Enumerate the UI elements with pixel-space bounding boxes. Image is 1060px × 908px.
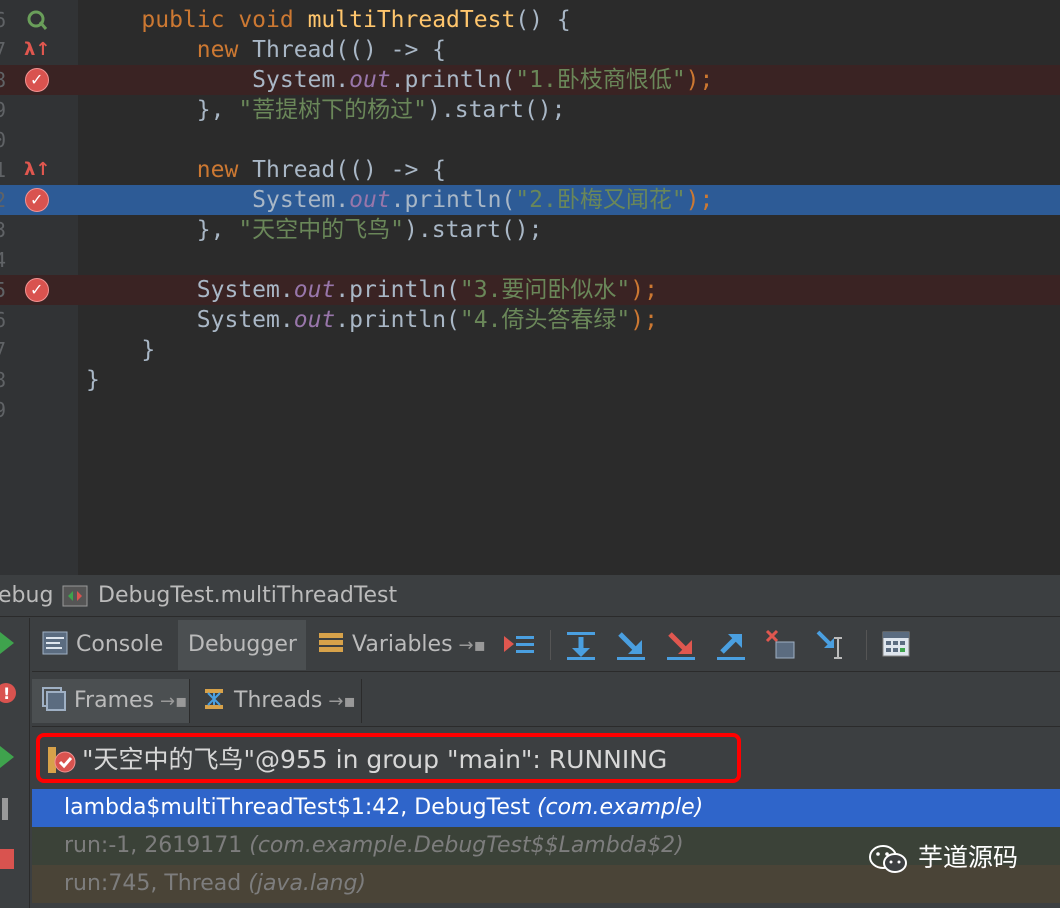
line-number: 6 bbox=[0, 308, 7, 332]
breakpoint-icon[interactable] bbox=[25, 188, 49, 212]
debug-title-bar: ebug DebugTest.multiThreadTest bbox=[0, 575, 1060, 617]
pause-icon[interactable] bbox=[0, 796, 16, 822]
pin-icon[interactable]: →▪ bbox=[328, 691, 355, 712]
thread-selector-label: "天空中的飞鸟"@955 in group "main": RUNNING bbox=[82, 745, 668, 774]
code-line[interactable]: 6 System.out.println("4.倚头答春绿"); bbox=[0, 305, 1060, 335]
watermark-text: 芋道源码 bbox=[918, 843, 1019, 872]
code-line[interactable]: 9 bbox=[0, 395, 1060, 425]
line-number: 9 bbox=[0, 398, 7, 422]
tab-variables[interactable]: Variables →▪ bbox=[308, 620, 492, 670]
method-run-icon[interactable] bbox=[26, 9, 48, 31]
breakpoint-icon[interactable] bbox=[25, 68, 49, 92]
console-icon bbox=[42, 631, 68, 655]
evaluate-expression-icon[interactable] bbox=[880, 628, 914, 662]
code-text: System.out.println("4.倚头答春绿"); bbox=[196, 307, 658, 333]
run-config-tab[interactable]: DebugTest.multiThreadTest bbox=[98, 583, 397, 609]
wechat-icon bbox=[869, 845, 907, 873]
code-text: public void multiThreadTest() { bbox=[141, 7, 571, 33]
force-step-into-icon[interactable] bbox=[664, 628, 698, 662]
debug-config-icon bbox=[62, 585, 88, 607]
frame-item-selected[interactable]: lambda$multiThreadTest$1:42, DebugTest (… bbox=[32, 789, 1060, 827]
code-text: new Thread(() -> { bbox=[196, 157, 447, 183]
line-number: 8 bbox=[0, 68, 7, 92]
code-line-breakpoint[interactable]: 8 System.out.println("1.卧枝商恨低"); bbox=[0, 65, 1060, 95]
code-text: } bbox=[141, 337, 156, 363]
line-number: 0 bbox=[0, 128, 7, 152]
thread-selector[interactable]: "天空中的飞鸟"@955 in group "main": RUNNING bbox=[32, 733, 1060, 789]
step-into-icon[interactable] bbox=[614, 628, 648, 662]
lambda-breakpoint-icon[interactable]: λ↑ bbox=[24, 39, 50, 61]
code-line[interactable]: 1 λ↑ new Thread(() -> { bbox=[0, 155, 1060, 185]
tab-frames[interactable]: Frames →▪ bbox=[32, 679, 190, 723]
variables-icon bbox=[319, 633, 343, 652]
resume-icon[interactable] bbox=[0, 744, 16, 770]
code-line[interactable]: 0 bbox=[0, 125, 1060, 155]
breakpoint-icon[interactable] bbox=[25, 278, 49, 302]
debugger-subtabs: Frames →▪ Threads →▪ bbox=[32, 673, 1060, 727]
svg-text:!: ! bbox=[3, 684, 10, 703]
tab-console[interactable]: Console bbox=[32, 620, 178, 670]
code-text: } bbox=[86, 367, 100, 393]
tab-threads[interactable]: Threads →▪ bbox=[192, 679, 362, 723]
line-number: 1 bbox=[0, 158, 7, 182]
line-number: 4 bbox=[0, 248, 7, 272]
code-text: System.out.println("2.卧梅又闻花"); bbox=[252, 187, 714, 213]
line-number: 6 bbox=[0, 8, 7, 32]
pin-icon[interactable]: →▪ bbox=[160, 691, 187, 712]
code-text: System.out.println("1.卧枝商恨低"); bbox=[252, 67, 714, 93]
line-number: 7 bbox=[0, 38, 7, 62]
code-line[interactable]: 9 }, "菩提树下的杨过").start(); bbox=[0, 95, 1060, 125]
line-number: 3 bbox=[0, 218, 7, 242]
drop-frame-icon[interactable] bbox=[764, 628, 798, 662]
step-out-icon[interactable] bbox=[714, 628, 748, 662]
code-line-current-execution[interactable]: 2 System.out.println("2.卧梅又闻花"); bbox=[0, 185, 1060, 215]
debug-toolbar: Console Debugger Variables →▪ bbox=[32, 618, 1060, 672]
line-number: 7 bbox=[0, 338, 7, 362]
thread-breakpoint-icon bbox=[48, 747, 76, 773]
code-editor[interactable]: 6 public void multiThreadTest() { 7 λ↑ n… bbox=[0, 0, 1060, 575]
frames-icon bbox=[42, 687, 66, 711]
threads-icon bbox=[205, 689, 223, 709]
tab-debugger[interactable]: Debugger bbox=[178, 620, 306, 670]
code-line[interactable]: 7 } bbox=[0, 335, 1060, 365]
toolbar-separator bbox=[866, 630, 867, 660]
view-breakpoints-icon[interactable]: ! bbox=[0, 680, 16, 706]
line-number: 5 bbox=[0, 278, 7, 302]
code-text: new Thread(() -> { bbox=[196, 37, 447, 63]
line-number: 2 bbox=[0, 188, 7, 212]
code-text: }, "天空中的飞鸟").start(); bbox=[196, 217, 543, 243]
code-line-breakpoint[interactable]: 5 System.out.println("3.要问卧似水"); bbox=[0, 275, 1060, 305]
pin-icon[interactable]: →▪ bbox=[459, 635, 486, 656]
code-line[interactable]: 7 λ↑ new Thread(() -> { bbox=[0, 35, 1060, 65]
run-to-cursor-icon[interactable] bbox=[814, 628, 848, 662]
code-line[interactable]: 3 }, "天空中的飞鸟").start(); bbox=[0, 215, 1060, 245]
toolbar-separator bbox=[550, 630, 551, 660]
code-line[interactable]: 6 public void multiThreadTest() { bbox=[0, 5, 1060, 35]
line-number: 8 bbox=[0, 368, 7, 392]
step-over-icon[interactable] bbox=[564, 628, 598, 662]
line-number: 9 bbox=[0, 98, 7, 122]
code-text: System.out.println("3.要问卧似水"); bbox=[196, 277, 658, 303]
code-line[interactable]: 8 } bbox=[0, 365, 1060, 395]
code-text: }, "菩提树下的杨过").start(); bbox=[196, 97, 566, 123]
lambda-breakpoint-icon[interactable]: λ↑ bbox=[24, 159, 50, 181]
stop-icon[interactable] bbox=[0, 846, 16, 872]
show-execution-point-icon[interactable] bbox=[502, 628, 536, 662]
debug-side-toolbar: ! bbox=[0, 618, 30, 908]
debug-title-label: ebug bbox=[0, 583, 54, 608]
rerun-icon[interactable] bbox=[0, 630, 16, 656]
code-line[interactable]: 4 bbox=[0, 245, 1060, 275]
